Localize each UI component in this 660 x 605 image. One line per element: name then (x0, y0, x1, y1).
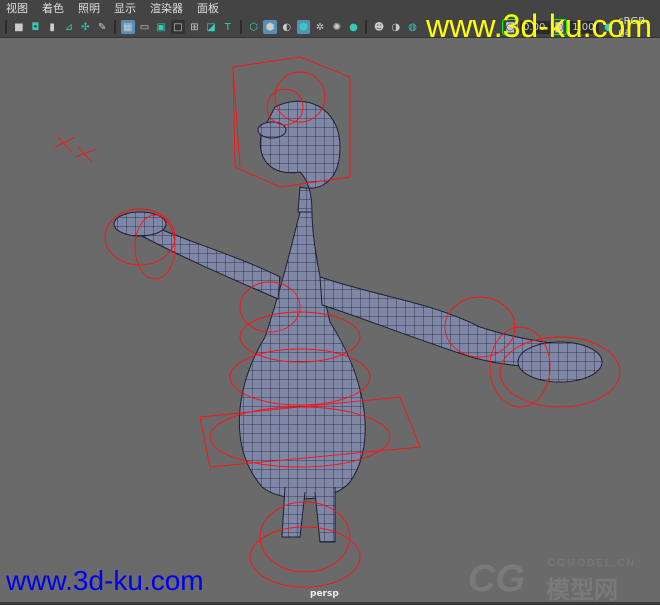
wireframe-icon[interactable]: ⬡ (247, 20, 261, 34)
menu-view[interactable]: 视图 (0, 0, 36, 17)
menu-renderer[interactable]: 渲染器 (144, 0, 191, 17)
cg-site-text: CGMODEL.CN (548, 558, 636, 569)
shadows-icon[interactable]: ● (347, 20, 361, 34)
bookmark-icon[interactable]: ▮ (45, 20, 59, 34)
right-hand (517, 341, 603, 383)
grid-icon[interactable]: ▦ (120, 20, 135, 34)
watermark-bottom: www.3d-ku.com (6, 565, 204, 596)
default-material-icon[interactable]: ◐ (280, 20, 294, 34)
separator (5, 20, 7, 34)
textured-icon[interactable]: ✲ (313, 20, 327, 34)
separator (113, 20, 116, 34)
left-arm (139, 224, 281, 300)
lights-icon[interactable]: ✺ (330, 20, 344, 34)
film-gate-icon[interactable]: ▭ (138, 20, 152, 34)
2d-pan-icon[interactable]: ✣ (79, 20, 93, 34)
image-plane-icon[interactable]: ⊿ (62, 20, 76, 34)
grease-pencil-icon[interactable]: ✎ (95, 20, 109, 34)
menu-show[interactable]: 显示 (108, 0, 144, 17)
separator (365, 20, 368, 34)
resolution-gate-icon[interactable]: ▣ (154, 20, 168, 34)
camera-label: persp (310, 589, 339, 599)
wireframe-on-shaded-icon[interactable]: ⬢ (296, 20, 311, 34)
cgmodel-logo: CG CGMODEL.CN 模型网 (468, 558, 634, 604)
cg-cn-text: 模型网 (546, 577, 618, 604)
character-mesh (113, 100, 603, 543)
head (259, 100, 341, 213)
camera-icon[interactable]: ■ (12, 20, 26, 34)
smooth-shade-icon[interactable]: ⬢ (263, 20, 277, 34)
ambient-occlusion-icon[interactable]: ☻ (372, 20, 386, 34)
cg-logo-text: CG (468, 558, 525, 600)
menu-panels[interactable]: 面板 (191, 0, 227, 17)
safe-title-icon[interactable]: T (221, 20, 235, 34)
camera-attr-icon[interactable]: ◘ (29, 20, 43, 34)
field-chart-icon[interactable]: ⊞ (188, 20, 202, 34)
gate-mask-icon[interactable]: □ (170, 20, 185, 34)
menu-shading[interactable]: 着色 (36, 0, 72, 17)
xray-icon[interactable]: ◑ (389, 20, 403, 34)
watermark-top: www.3d-ku.com (426, 8, 652, 44)
menu-lighting[interactable]: 照明 (72, 0, 108, 17)
safe-action-icon[interactable]: ◪ (204, 20, 218, 34)
separator (239, 20, 242, 34)
character-scene[interactable] (0, 37, 660, 602)
isolate-icon[interactable]: ◍ (406, 20, 420, 34)
